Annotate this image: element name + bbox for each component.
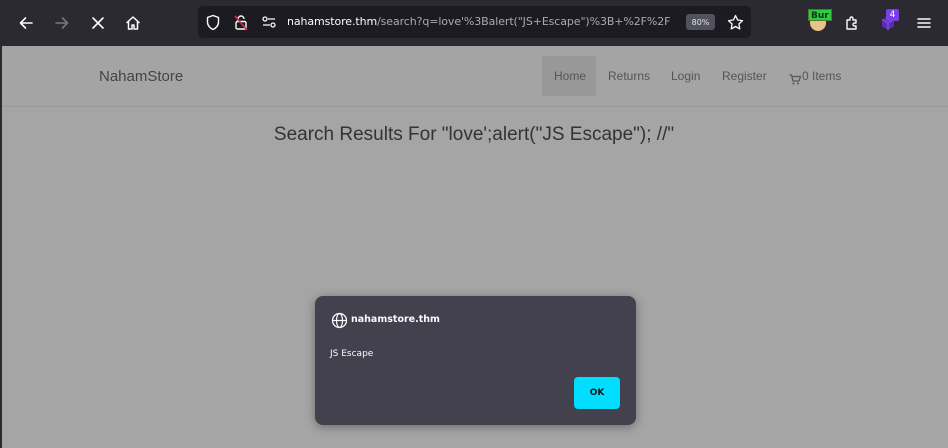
- menu-button[interactable]: [909, 8, 939, 38]
- burp-label: Bur: [808, 9, 832, 21]
- forward-button[interactable]: [47, 8, 77, 38]
- stop-loading-button[interactable]: [83, 8, 113, 38]
- extension-badge: 4: [886, 9, 899, 21]
- dialog-message: JS Escape: [330, 349, 374, 359]
- nav-register[interactable]: Register: [722, 69, 767, 83]
- alert-dialog: nahamstore.thm JS Escape OK: [315, 296, 636, 425]
- url-text[interactable]: nahamstore.thm/search?q=love'%3Balert("J…: [287, 15, 670, 28]
- insecure-lock-icon[interactable]: [232, 13, 250, 31]
- burp-extension-button[interactable]: Bur: [808, 9, 832, 31]
- nav-returns[interactable]: Returns: [608, 69, 650, 83]
- forward-arrow-icon: [55, 17, 69, 29]
- globe-icon: [331, 312, 348, 329]
- back-arrow-icon: [19, 17, 33, 29]
- home-button[interactable]: [118, 8, 148, 38]
- zoom-level-button[interactable]: 80%: [686, 14, 715, 30]
- url-path: /search?q=love'%3Balert("JS+Escape")%3B+…: [377, 15, 671, 28]
- puzzle-icon: [846, 16, 857, 30]
- ok-button[interactable]: OK: [574, 377, 620, 409]
- site-brand[interactable]: NahamStore: [99, 68, 183, 85]
- url-host: nahamstore.thm: [287, 15, 378, 28]
- nav-home[interactable]: Home: [554, 69, 586, 83]
- shield-icon[interactable]: [204, 13, 222, 31]
- nav-cart[interactable]: 0 Items: [802, 69, 841, 83]
- dialog-origin: nahamstore.thm: [351, 314, 440, 325]
- site-navbar: NahamStore Home Returns Login Register 0…: [2, 46, 948, 107]
- browser-toolbar: nahamstore.thm/search?q=love'%3Balert("J…: [0, 0, 948, 46]
- bookmark-star-icon[interactable]: [726, 13, 744, 31]
- extensions-button[interactable]: [837, 8, 867, 38]
- back-button[interactable]: [11, 8, 41, 38]
- home-icon: [125, 16, 141, 30]
- address-bar[interactable]: nahamstore.thm/search?q=love'%3Balert("J…: [198, 6, 751, 38]
- nav-login[interactable]: Login: [671, 69, 700, 83]
- permissions-icon[interactable]: [260, 13, 278, 31]
- hamburger-menu-icon: [917, 18, 931, 28]
- search-results-heading: Search Results For "love';alert("JS Esca…: [273, 124, 675, 145]
- cart-icon[interactable]: [789, 70, 802, 89]
- close-icon: [92, 17, 104, 29]
